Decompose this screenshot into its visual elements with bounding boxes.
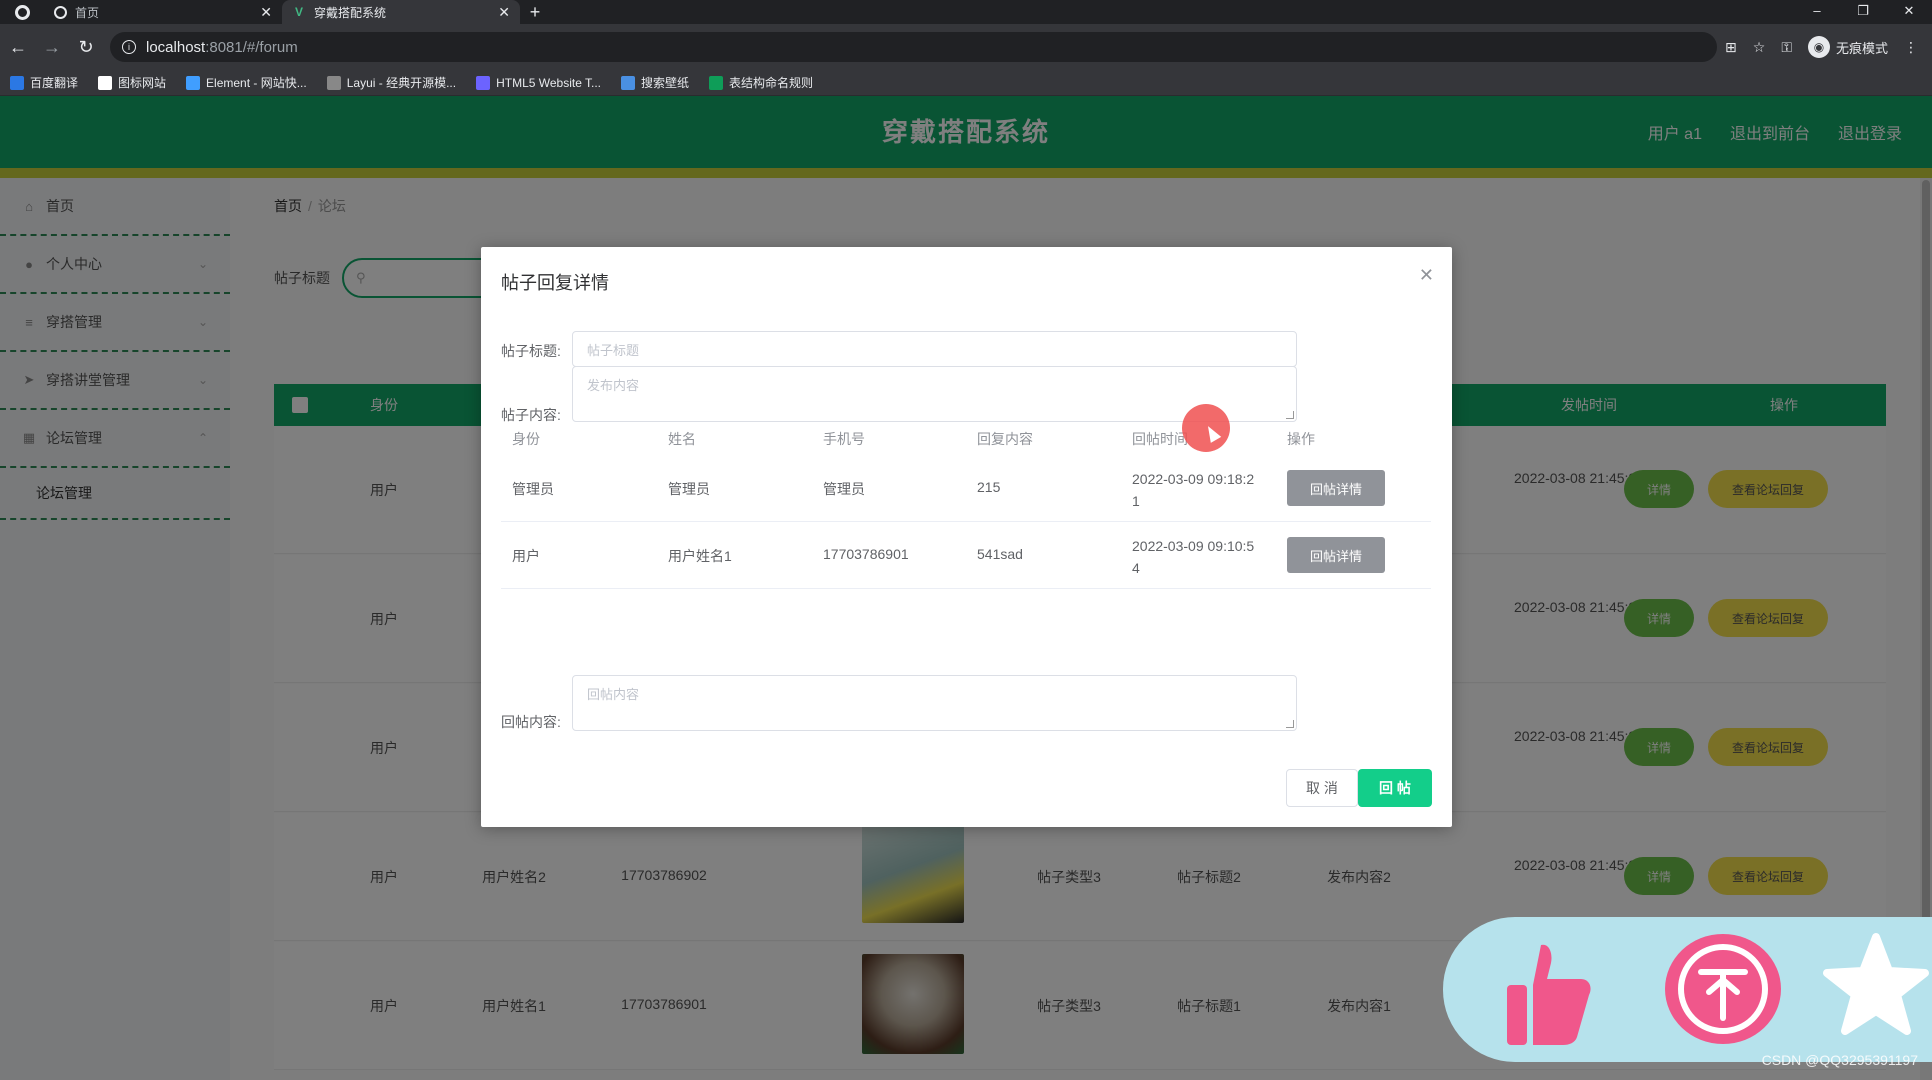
chrome-logo-icon	[0, 0, 44, 24]
post-content-placeholder: 发布内容	[587, 378, 640, 393]
cell-reply-content: 541sad	[977, 546, 1023, 562]
reply-time-line: 2022-03-09 09:18:2	[1132, 471, 1255, 487]
bookmark-label: Layui - 经典开源模...	[346, 76, 457, 90]
floating-action-panel	[1443, 917, 1932, 1062]
reply-placeholder: 回帖内容	[587, 687, 640, 702]
post-content-label: 帖子内容:	[501, 407, 561, 423]
coin-symbol-icon	[1678, 944, 1768, 1034]
bookmark-item[interactable]: 搜索壁纸	[621, 74, 689, 91]
reload-icon[interactable]: ↻	[70, 31, 102, 63]
close-icon[interactable]: ✕	[1419, 265, 1434, 286]
url-path: :8081/#/forum	[205, 38, 298, 56]
star-icon[interactable]	[1821, 931, 1931, 1041]
column-header: 操作	[1287, 431, 1315, 447]
resize-handle-icon[interactable]	[1286, 411, 1294, 419]
bookmark-favicon-icon	[326, 75, 341, 90]
menu-kebab-icon[interactable]: ⋮	[1904, 39, 1918, 56]
bookmark-item[interactable]: 表结构命名规则	[709, 74, 813, 91]
bookmarks-bar: 百度翻译 图标网站 Element - 网站快... Layui - 经典开源模…	[0, 70, 1932, 96]
bookmark-item[interactable]: Element - 网站快...	[186, 74, 307, 91]
post-title-placeholder: 帖子标题	[587, 343, 640, 358]
incognito-indicator[interactable]: ◉ 无痕模式	[1807, 36, 1888, 58]
column-header: 回帖时间	[1132, 431, 1188, 447]
vue-logo-icon: V	[294, 5, 303, 19]
bookmark-item[interactable]: HTML5 Website T...	[476, 75, 602, 90]
bookmark-label: 图标网站	[118, 76, 167, 90]
address-bar-row: ← → ↻ i localhost:8081/#/forum ⊞ ☆ ⚿ ◉ 无…	[0, 24, 1932, 70]
cell-reply-time: 2022-03-09 09:10:5 4	[1132, 535, 1254, 579]
post-title-label: 帖子标题:	[501, 343, 561, 359]
bookmark-label: 表结构命名规则	[729, 76, 814, 90]
globe-icon	[54, 5, 67, 19]
replies-table: 身份 姓名 手机号 回复内容 回帖时间 操作 管理员 管理员 管理员 215 2…	[501, 429, 1431, 589]
reply-content-textarea[interactable]: 回帖内容	[572, 675, 1297, 731]
bookmark-star-icon[interactable]: ☆	[1753, 39, 1766, 56]
bookmark-label: Element - 网站快...	[206, 76, 307, 90]
cell-name: 用户姓名1	[668, 548, 732, 564]
tab-title: 首页	[75, 5, 100, 20]
cell-reply-time: 2022-03-09 09:18:2 1	[1132, 468, 1254, 512]
reply-content-label: 回帖内容:	[501, 714, 561, 730]
coin-icon[interactable]	[1665, 934, 1781, 1044]
cell-identity: 用户	[512, 548, 540, 564]
bookmark-item[interactable]: 百度翻译	[10, 74, 78, 91]
reply-time-line: 4	[1132, 560, 1140, 576]
key-icon[interactable]: ⚿	[1781, 39, 1792, 56]
browser-tab-app[interactable]: V 穿戴搭配系统 ✕	[282, 0, 520, 24]
cancel-button[interactable]: 取 消	[1286, 769, 1358, 807]
site-info-icon[interactable]: i	[122, 40, 136, 54]
minimize-icon[interactable]: –	[1794, 0, 1840, 24]
new-tab-button[interactable]: +	[520, 2, 550, 23]
incognito-label: 无痕模式	[1835, 40, 1888, 56]
reply-row: 管理员 管理员 管理员 215 2022-03-09 09:18:2 1 回帖详情	[501, 455, 1431, 522]
column-header: 手机号	[823, 431, 865, 447]
tab-title: 穿戴搭配系统	[314, 5, 387, 20]
close-tab-icon[interactable]: ✕	[260, 4, 272, 21]
url-field[interactable]: i localhost:8081/#/forum	[110, 32, 1718, 62]
bookmark-favicon-icon	[621, 75, 636, 90]
cell-identity: 管理员	[512, 481, 554, 497]
bookmark-favicon-icon	[476, 75, 491, 90]
reply-time-line: 1	[1132, 493, 1140, 509]
bookmark-item[interactable]: Layui - 经典开源模...	[326, 74, 457, 91]
close-window-icon[interactable]: ✕	[1886, 0, 1932, 24]
incognito-icon: ◉	[1807, 36, 1830, 58]
bookmark-favicon-icon	[10, 75, 24, 90]
bookmark-label: 搜索壁纸	[641, 76, 690, 90]
submit-reply-button[interactable]: 回 帖	[1358, 769, 1432, 807]
forward-icon[interactable]: →	[36, 31, 68, 63]
watermark-text: CSDN @QQ3295391197	[1761, 1052, 1918, 1068]
bookmark-favicon-icon	[709, 75, 724, 90]
cell-name: 管理员	[668, 481, 710, 497]
thumbs-up-icon[interactable]	[1503, 939, 1593, 1049]
close-tab-icon[interactable]: ✕	[498, 4, 510, 21]
restore-icon[interactable]: ❐	[1840, 0, 1886, 24]
bookmark-label: HTML5 Website T...	[496, 75, 602, 90]
reply-row: 用户 用户姓名1 17703786901 541sad 2022-03-09 0…	[501, 522, 1431, 589]
browser-tab-bar: 首页 ✕ V 穿戴搭配系统 ✕ + – ❐ ✕	[0, 0, 1932, 24]
reply-detail-button[interactable]: 回帖详情	[1287, 537, 1385, 573]
browser-tab-home[interactable]: 首页 ✕	[44, 0, 282, 24]
resize-handle-icon[interactable]	[1286, 720, 1294, 728]
column-header: 回复内容	[977, 431, 1033, 447]
column-header: 身份	[512, 431, 540, 447]
window-controls: – ❐ ✕	[1794, 0, 1932, 24]
bookmark-label: 百度翻译	[30, 76, 79, 90]
dialog-title: 帖子回复详情	[501, 273, 609, 293]
cell-phone: 17703786901	[823, 546, 909, 562]
cell-phone: 管理员	[823, 481, 865, 497]
bookmark-favicon-icon	[186, 75, 201, 90]
url-host: localhost	[146, 38, 206, 56]
bookmark-item[interactable]: 图标网站	[98, 74, 166, 91]
replies-table-header: 身份 姓名 手机号 回复内容 回帖时间 操作	[501, 429, 1431, 455]
reply-detail-button[interactable]: 回帖详情	[1287, 470, 1385, 506]
translate-icon[interactable]: ⊞	[1725, 39, 1737, 56]
column-header: 姓名	[668, 431, 696, 447]
flag-icon	[98, 75, 113, 90]
cell-reply-content: 215	[977, 479, 1001, 495]
back-icon[interactable]: ←	[2, 31, 34, 63]
post-title-field[interactable]: 帖子标题	[572, 331, 1297, 367]
reply-detail-dialog: 帖子回复详情 ✕ 帖子标题: 帖子标题 帖子内容: 发布内容 身份 姓名 手机号…	[481, 247, 1452, 827]
reply-time-line: 2022-03-09 09:10:5	[1132, 538, 1255, 554]
